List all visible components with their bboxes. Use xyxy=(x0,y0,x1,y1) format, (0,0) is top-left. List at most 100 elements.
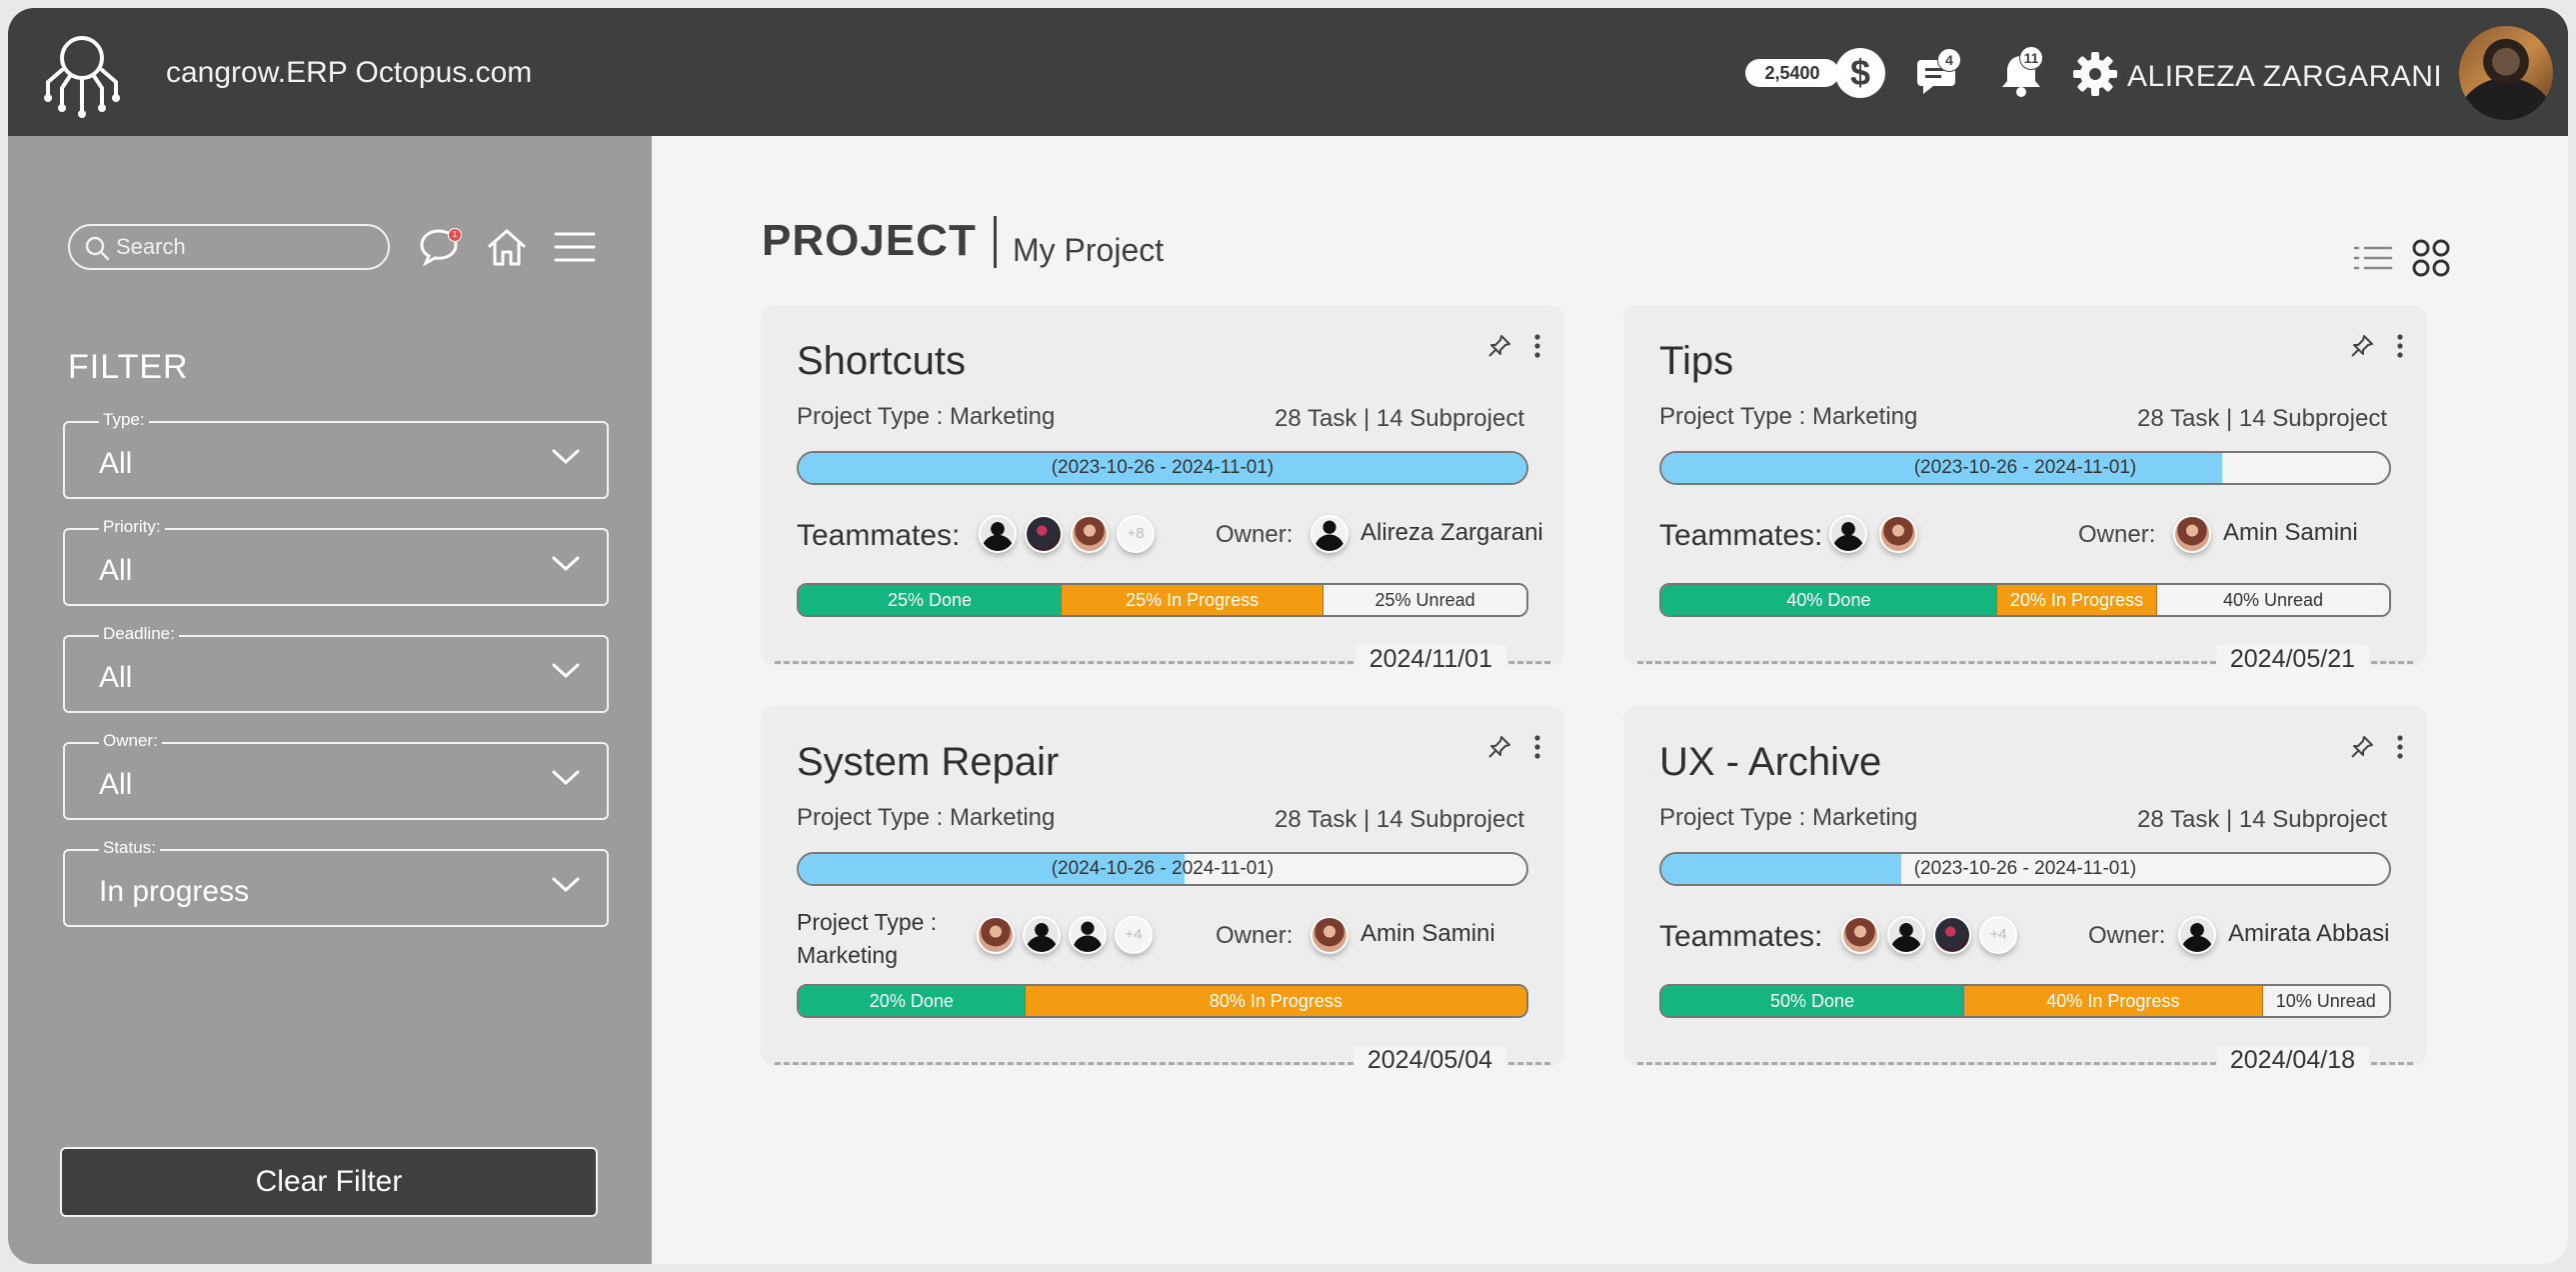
owner-avatar[interactable] xyxy=(1310,916,1348,954)
status-filter-select[interactable]: Status: In progress xyxy=(63,838,609,927)
teammate-avatar[interactable] xyxy=(1071,515,1109,553)
teammate-avatar[interactable] xyxy=(1841,916,1879,954)
owner-filter-label: Owner: xyxy=(99,731,162,751)
user-name[interactable]: ALIREZA ZARGARANI xyxy=(2127,60,2442,94)
done-segment: 50% Done xyxy=(1661,986,1964,1016)
pin-icon[interactable] xyxy=(2349,333,2375,359)
owner-filter-select[interactable]: Owner: All xyxy=(63,731,609,820)
project-type: Project Type : Marketing xyxy=(797,804,1056,831)
clear-filter-button[interactable]: Clear Filter xyxy=(60,1147,598,1217)
unread-segment: 10% Unread xyxy=(2261,986,2389,1016)
chevron-down-icon xyxy=(552,877,580,893)
project-type: Project Type : Marketing xyxy=(1659,804,1918,831)
top-bar: cangrow.ERP Octopus.com 2,5400 $ 4 11 AL… xyxy=(8,8,2568,136)
user-avatar[interactable] xyxy=(2459,26,2553,120)
teammate-avatar[interactable] xyxy=(1887,916,1925,954)
hamburger-menu-icon[interactable] xyxy=(552,224,598,270)
list-view-icon[interactable] xyxy=(2351,236,2395,280)
more-vertical-icon[interactable] xyxy=(2387,331,2413,361)
more-vertical-icon[interactable] xyxy=(1524,331,1550,361)
project-type: Project Type : Marketing xyxy=(1659,403,1918,430)
unread-segment: 25% Unread xyxy=(1322,585,1526,615)
teammate-avatar[interactable] xyxy=(1829,515,1867,553)
in-progress-segment: 25% In Progress xyxy=(1061,585,1323,615)
status-progress-bar: 40% Done 20% In Progress 40% Unread xyxy=(1659,583,2391,617)
chat-badge: 1 xyxy=(448,228,462,242)
project-title: UX - Archive xyxy=(1659,740,1882,784)
timeline-bar: (2023-10-26 - 2024-11-01) xyxy=(1659,451,2391,485)
octopus-logo-icon[interactable] xyxy=(32,22,132,122)
due-date: 2024/04/18 xyxy=(2215,1046,2369,1075)
pin-icon[interactable] xyxy=(2349,734,2375,760)
status-filter-label: Status: xyxy=(99,838,160,858)
owner-name: Alireza Zargarani xyxy=(1360,519,1543,546)
project-card[interactable]: Tips Project Type : Marketing 28 Task | … xyxy=(1623,305,2427,674)
teammate-avatar[interactable] xyxy=(1023,916,1061,954)
page-title: PROJECT xyxy=(762,216,977,265)
chevron-down-icon xyxy=(552,770,580,786)
timeline-dates: (2023-10-26 - 2024-11-01) xyxy=(1051,457,1275,478)
notifications-count-badge: 11 xyxy=(2019,46,2043,70)
owner-name: Amin Samini xyxy=(2223,519,2358,546)
due-date: 2024/11/01 xyxy=(1354,645,1506,674)
teammate-avatar[interactable] xyxy=(1025,515,1063,553)
project-title: System Repair xyxy=(797,740,1060,784)
page-subtitle: My Project xyxy=(1013,232,1165,268)
priority-filter-value: All xyxy=(99,554,133,587)
teammate-avatar[interactable] xyxy=(977,916,1015,954)
search-input[interactable] xyxy=(116,232,376,262)
type-filter-select[interactable]: Type: All xyxy=(63,410,609,499)
timeline-dates: (2023-10-26 - 2024-11-01) xyxy=(1913,858,2137,879)
owner-filter-value: All xyxy=(99,768,133,801)
owner-label: Owner: xyxy=(1216,922,1293,949)
project-title: Shortcuts xyxy=(797,339,966,383)
type-filter-value: All xyxy=(99,447,133,480)
grid-view-icon[interactable] xyxy=(2409,236,2453,280)
timeline-dates: (2024-10-26 - 2024-11-01) xyxy=(1051,858,1275,879)
filter-title: FILTER xyxy=(68,348,189,386)
teammate-avatar[interactable] xyxy=(1879,515,1917,553)
type-filter-label: Type: xyxy=(99,410,149,430)
due-date: 2024/05/21 xyxy=(2215,645,2369,674)
gear-icon[interactable] xyxy=(2069,48,2121,100)
teammate-avatar[interactable] xyxy=(1933,916,1971,954)
messages-count-badge: 4 xyxy=(1937,48,1961,72)
timeline-bar: (2024-10-26 - 2024-11-01) xyxy=(797,852,1528,886)
project-card[interactable]: Shortcuts Project Type : Marketing 28 Ta… xyxy=(761,305,1564,674)
project-card[interactable]: System Repair Project Type : Marketing 2… xyxy=(761,706,1564,1075)
more-teammates-badge[interactable]: +4 xyxy=(1115,916,1153,954)
more-teammates-badge[interactable]: +8 xyxy=(1117,515,1155,553)
chevron-down-icon xyxy=(552,449,580,465)
search-box xyxy=(68,224,390,270)
pin-icon[interactable] xyxy=(1486,333,1512,359)
teammate-avatar[interactable] xyxy=(1069,916,1107,954)
owner-avatar[interactable] xyxy=(1310,515,1348,553)
deadline-filter-select[interactable]: Deadline: All xyxy=(63,624,609,713)
teammates-label: Project Type : Marketing xyxy=(797,906,937,972)
owner-avatar[interactable] xyxy=(2178,916,2216,954)
more-vertical-icon[interactable] xyxy=(2387,732,2413,762)
home-icon[interactable] xyxy=(484,224,530,270)
filter-sidebar: 1 FILTER Type: All Priority: All Deadlin… xyxy=(8,136,652,1264)
status-progress-bar: 50% Done 40% In Progress 10% Unread xyxy=(1659,984,2391,1018)
more-vertical-icon[interactable] xyxy=(1524,732,1550,762)
unread-segment: 40% Unread xyxy=(2156,585,2389,615)
in-progress-segment: 80% In Progress xyxy=(1024,986,1526,1016)
dollar-icon[interactable]: $ xyxy=(1835,48,1885,98)
owner-avatar[interactable] xyxy=(2173,515,2211,553)
teammates-label: Teammates: xyxy=(1659,920,1823,953)
search-icon xyxy=(85,236,110,261)
priority-filter-label: Priority: xyxy=(99,517,165,537)
timeline-bar: (2023-10-26 - 2024-11-01) xyxy=(797,451,1528,485)
more-teammates-badge[interactable]: +4 xyxy=(1979,916,2017,954)
teammates-label: Teammates: xyxy=(1659,519,1823,552)
due-date: 2024/05/04 xyxy=(1352,1046,1506,1075)
project-card[interactable]: UX - Archive Project Type : Marketing 28… xyxy=(1623,706,2427,1075)
in-progress-segment: 20% In Progress xyxy=(1995,585,2157,615)
teammate-avatar[interactable] xyxy=(979,515,1017,553)
priority-filter-select[interactable]: Priority: All xyxy=(63,517,609,606)
chevron-down-icon xyxy=(552,663,580,679)
deadline-filter-value: All xyxy=(99,661,133,694)
pin-icon[interactable] xyxy=(1486,734,1512,760)
project-title: Tips xyxy=(1659,339,1734,383)
